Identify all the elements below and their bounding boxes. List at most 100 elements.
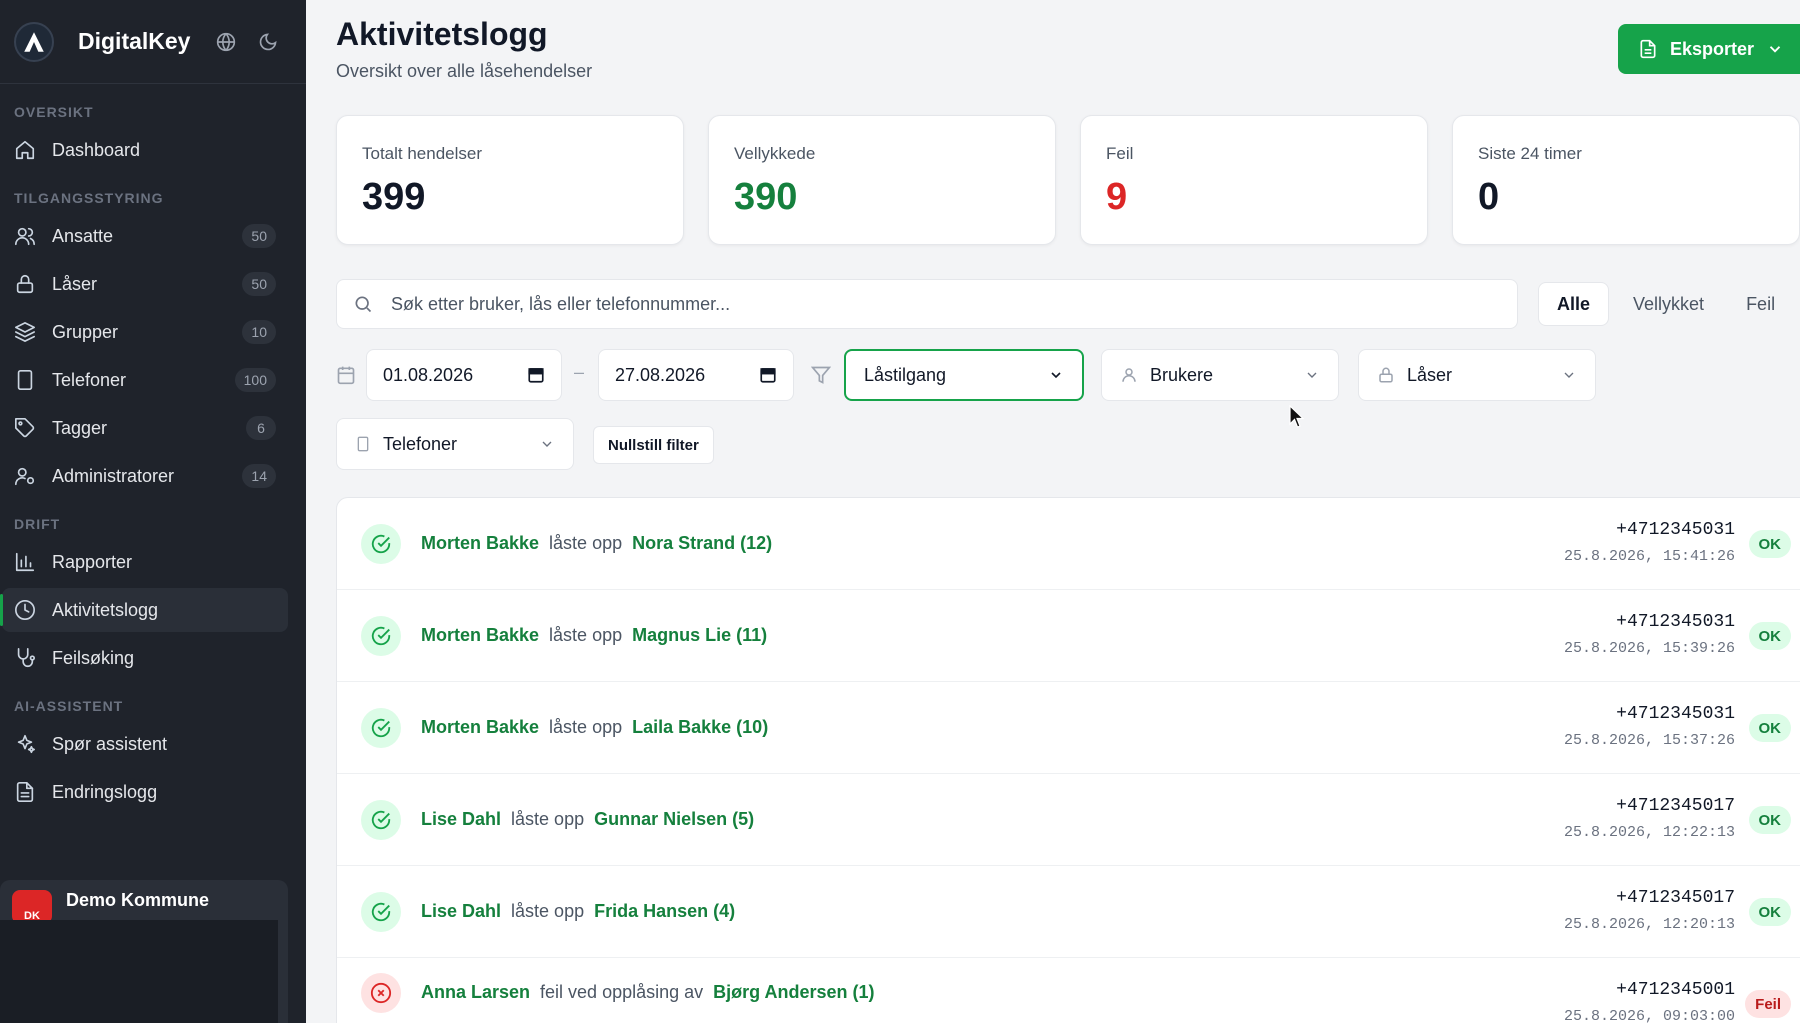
phones-select[interactable]: Telefoner — [336, 418, 574, 470]
sidebar-item-label: Ansatte — [52, 225, 114, 246]
sidebar-item-rapporter[interactable]: Rapporter — [2, 540, 288, 584]
log-row[interactable]: Morten Bakke låste opp Laila Bakke (10) … — [337, 682, 1800, 774]
reset-filter-button[interactable]: Nullstill filter — [593, 426, 714, 464]
sidebar-item-administratorer[interactable]: Administratorer 14 — [2, 454, 288, 498]
log-action: låste opp — [549, 625, 623, 645]
sidebar-item-telefoner[interactable]: Telefoner 100 — [2, 358, 288, 402]
users-icon — [14, 225, 36, 247]
bar-chart-icon — [14, 551, 36, 573]
admin-user-icon — [14, 465, 36, 487]
sidebar-item-tagger[interactable]: Tagger 6 — [2, 406, 288, 450]
tab-successful[interactable]: Vellykket — [1615, 282, 1722, 326]
sidebar-item-label: Rapporter — [52, 551, 133, 572]
chevron-down-icon — [539, 436, 555, 452]
check-circle-icon — [361, 891, 401, 932]
app-logo[interactable] — [14, 21, 54, 62]
log-row[interactable]: Lise Dahl låste opp Gunnar Nielsen (5) +… — [337, 774, 1800, 866]
stat-label: Feil — [1106, 144, 1134, 163]
sidebar-item-label: Administratorer — [52, 465, 175, 486]
log-meta: +4712345017 25.8.2026, 12:22:13 — [1564, 796, 1735, 841]
log-row[interactable]: Morten Bakke låste opp Nora Strand (12) … — [337, 498, 1800, 590]
log-target[interactable]: Laila Bakke (10) — [632, 717, 768, 738]
log-user[interactable]: Anna Larsen — [421, 982, 530, 1003]
stat-label: Vellykkede — [734, 144, 816, 163]
log-meta: +4712345031 25.8.2026, 15:39:26 — [1564, 612, 1735, 657]
date-range-separator: – — [574, 362, 585, 382]
event-type-select[interactable]: Låstilgang — [844, 349, 1084, 401]
sidebar-item-feilsøking[interactable]: Feilsøking — [2, 636, 288, 680]
chevron-down-icon — [1048, 367, 1064, 383]
calendar-picker-icon[interactable] — [527, 366, 545, 384]
sidebar-item-grupper[interactable]: Grupper 10 — [2, 310, 288, 354]
moon-icon[interactable] — [258, 32, 278, 52]
count-badge: 14 — [242, 464, 276, 488]
status-badge: OK — [1748, 622, 1791, 650]
phone-icon — [14, 369, 36, 391]
log-user[interactable]: Lise Dahl — [421, 901, 501, 922]
sidebar-item-aktivitetslogg[interactable]: Aktivitetslogg — [0, 588, 288, 632]
check-circle-icon — [361, 523, 401, 564]
log-target[interactable]: Frida Hansen (4) — [594, 901, 735, 922]
log-user[interactable]: Morten Bakke — [421, 717, 539, 738]
sidebar-item-label: Telefoner — [52, 369, 127, 390]
section-label: AI-ASSISTENT — [14, 698, 124, 714]
sidebar-item-låser[interactable]: Låser 50 — [2, 262, 288, 306]
export-button[interactable]: Eksporter — [1618, 24, 1800, 74]
sidebar-item-label: Spør assistent — [52, 733, 168, 754]
lock-icon — [1377, 366, 1395, 384]
sidebar-item-label: Tagger — [52, 417, 108, 438]
log-description: Lise Dahl låste opp Frida Hansen (4) — [421, 901, 735, 922]
log-target[interactable]: Bjørg Andersen (1) — [713, 982, 874, 1003]
sidebar-item-ansatte[interactable]: Ansatte 50 — [2, 214, 288, 258]
globe-icon[interactable] — [216, 32, 236, 52]
sidebar-item-endringslogg[interactable]: Endringslogg — [2, 770, 288, 814]
activity-log-list: Morten Bakke låste opp Nora Strand (12) … — [336, 497, 1800, 1023]
layers-icon — [14, 321, 36, 343]
clock-icon — [14, 599, 36, 621]
sidebar-item-label: Aktivitetslogg — [52, 599, 159, 620]
log-meta: +4712345017 25.8.2026, 12:20:13 — [1564, 888, 1735, 933]
stat-card-last-24h: Siste 24 timer 0 — [1452, 115, 1800, 245]
search-input[interactable] — [391, 293, 1501, 315]
log-user[interactable]: Morten Bakke — [421, 625, 539, 646]
users-select[interactable]: Brukere — [1101, 349, 1339, 401]
stat-value: 9 — [1106, 176, 1128, 218]
log-target[interactable]: Gunnar Nielsen (5) — [594, 809, 754, 830]
sidebar-item-label: Dashboard — [52, 139, 141, 160]
date-from-field[interactable]: 01.08.2026 — [366, 349, 562, 401]
log-timestamp: 25.8.2026, 12:20:13 — [1563, 916, 1735, 933]
date-to-field[interactable]: 27.08.2026 — [598, 349, 794, 401]
sidebar-item-label: Endringslogg — [52, 781, 158, 802]
log-target[interactable]: Magnus Lie (11) — [632, 625, 767, 646]
stats-row: Totalt hendelser 399 Vellykkede 390 Feil… — [336, 115, 1800, 245]
brand-header: DigitalKey — [0, 0, 306, 84]
log-user[interactable]: Morten Bakke — [421, 533, 539, 554]
log-row[interactable]: Morten Bakke låste opp Magnus Lie (11) +… — [337, 590, 1800, 682]
log-row[interactable]: Lise Dahl låste opp Frida Hansen (4) +47… — [337, 866, 1800, 958]
log-phone: +4712345031 — [1616, 520, 1735, 540]
tab-errors[interactable]: Feil — [1728, 282, 1793, 326]
page-subtitle: Oversikt over alle låsehendelser — [336, 61, 593, 81]
phones-select-value: Telefoner — [383, 433, 458, 454]
calendar-picker-icon[interactable] — [759, 366, 777, 384]
stat-card-success: Vellykkede 390 — [708, 115, 1056, 245]
check-circle-icon — [361, 799, 401, 840]
check-circle-icon — [361, 707, 401, 748]
stethoscope-icon — [14, 647, 36, 669]
sidebar-item-spør-assistent[interactable]: Spør assistent — [2, 722, 288, 766]
sidebar-item-dashboard[interactable]: Dashboard — [2, 128, 288, 172]
stat-label: Totalt hendelser — [362, 144, 483, 163]
org-avatar: DK — [12, 890, 52, 924]
error-circle-icon — [361, 972, 401, 1013]
org-card-lower — [0, 920, 288, 1023]
count-badge: 100 — [234, 368, 276, 392]
chevron-down-icon — [1304, 367, 1320, 383]
org-switcher[interactable]: DK Demo Kommune — [0, 880, 288, 924]
log-target[interactable]: Nora Strand (12) — [632, 533, 772, 554]
search-bar — [336, 279, 1518, 329]
tab-all[interactable]: Alle — [1538, 282, 1610, 326]
log-user[interactable]: Lise Dahl — [421, 809, 501, 830]
log-row[interactable]: Anna Larsen feil ved opplåsing av Bjørg … — [337, 958, 1800, 1023]
org-name: Demo Kommune — [66, 889, 210, 910]
locks-select[interactable]: Låser — [1358, 349, 1596, 401]
